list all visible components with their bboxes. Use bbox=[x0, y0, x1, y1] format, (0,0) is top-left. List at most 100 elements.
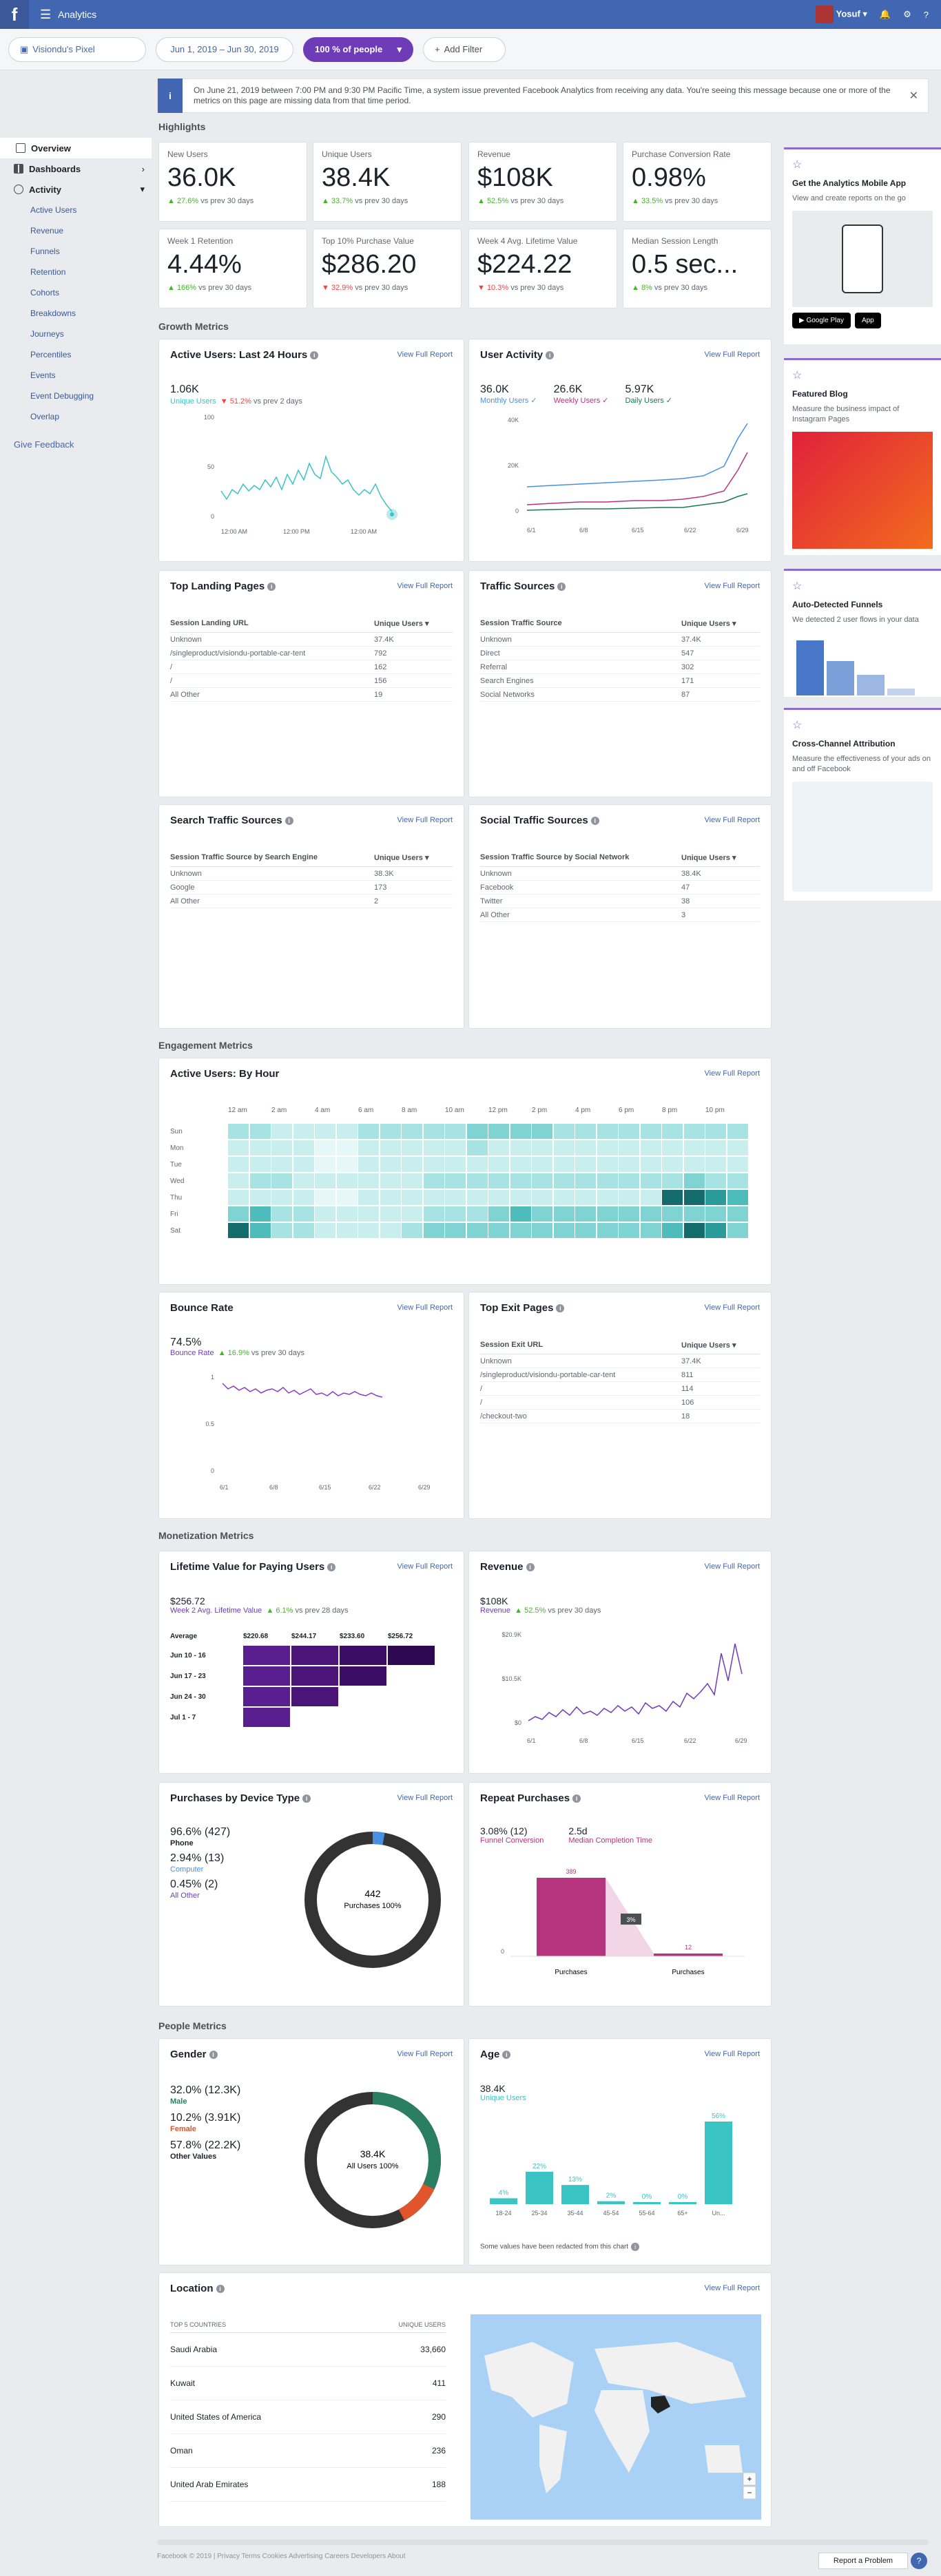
heatmap-cell[interactable] bbox=[510, 1157, 531, 1172]
heatmap-cell[interactable] bbox=[705, 1223, 726, 1238]
help-icon[interactable]: ? bbox=[924, 10, 929, 20]
heatmap-cell[interactable] bbox=[727, 1124, 748, 1139]
horizontal-scrollbar[interactable] bbox=[157, 2540, 929, 2545]
heatmap-cell[interactable] bbox=[293, 1140, 314, 1155]
report-problem-button[interactable]: Report a Problem bbox=[818, 2553, 908, 2569]
heatmap-cell[interactable] bbox=[727, 1140, 748, 1155]
cohort-cell[interactable] bbox=[340, 1666, 386, 1686]
heatmap-cell[interactable] bbox=[336, 1206, 358, 1222]
heatmap-cell[interactable] bbox=[683, 1124, 705, 1139]
blog-illustration[interactable] bbox=[792, 432, 933, 549]
heatmap-cell[interactable] bbox=[380, 1124, 401, 1139]
google-play-badge[interactable]: ▶ Google Play bbox=[792, 313, 851, 328]
info-icon[interactable]: i bbox=[557, 583, 566, 591]
heatmap-cell[interactable] bbox=[336, 1190, 358, 1205]
sort-column-header[interactable]: Unique Users ▾ bbox=[681, 619, 760, 628]
heatmap-cell[interactable] bbox=[423, 1140, 444, 1155]
view-full-report-link[interactable]: View Full Report bbox=[397, 1562, 453, 1571]
heatmap-cell[interactable] bbox=[402, 1140, 422, 1155]
heatmap-cell[interactable] bbox=[271, 1157, 292, 1172]
heatmap-cell[interactable] bbox=[228, 1157, 249, 1172]
heatmap-cell[interactable] bbox=[445, 1157, 466, 1172]
info-icon[interactable]: i bbox=[285, 817, 293, 826]
age-bar[interactable] bbox=[669, 2202, 696, 2204]
heatmap-cell[interactable] bbox=[249, 1157, 271, 1172]
view-full-report-link[interactable]: View Full Report bbox=[397, 582, 453, 590]
heatmap-cell[interactable] bbox=[293, 1157, 314, 1172]
star-icon[interactable]: ☆ bbox=[792, 718, 933, 732]
heatmap-cell[interactable] bbox=[249, 1140, 271, 1155]
info-icon[interactable]: i bbox=[267, 583, 276, 591]
heatmap-cell[interactable] bbox=[683, 1173, 705, 1188]
view-full-report-link[interactable]: View Full Report bbox=[705, 582, 761, 590]
heatmap-cell[interactable] bbox=[683, 1140, 705, 1155]
heatmap-cell[interactable] bbox=[662, 1173, 683, 1188]
heatmap-cell[interactable] bbox=[597, 1124, 618, 1139]
star-icon[interactable]: ☆ bbox=[792, 158, 933, 171]
heatmap-cell[interactable] bbox=[727, 1173, 748, 1188]
info-icon[interactable]: i bbox=[502, 2051, 511, 2060]
heatmap-cell[interactable] bbox=[402, 1190, 422, 1205]
heatmap-cell[interactable] bbox=[228, 1190, 249, 1205]
sidebar-item-event-debugging[interactable]: Event Debugging bbox=[0, 386, 152, 406]
heatmap-cell[interactable] bbox=[705, 1124, 726, 1139]
heatmap-cell[interactable] bbox=[228, 1206, 249, 1222]
heatmap-cell[interactable] bbox=[358, 1190, 379, 1205]
heatmap-cell[interactable] bbox=[293, 1190, 314, 1205]
info-icon[interactable]: i bbox=[556, 1304, 565, 1313]
heatmap-cell[interactable] bbox=[336, 1173, 358, 1188]
heatmap-cell[interactable] bbox=[532, 1190, 552, 1205]
heatmap-cell[interactable] bbox=[597, 1190, 618, 1205]
age-bar[interactable] bbox=[597, 2201, 625, 2204]
heatmap-cell[interactable] bbox=[532, 1157, 552, 1172]
heatmap-cell[interactable] bbox=[315, 1190, 335, 1205]
facebook-logo-icon[interactable]: f bbox=[0, 0, 29, 29]
heatmap-cell[interactable] bbox=[727, 1223, 748, 1238]
heatmap-cell[interactable] bbox=[271, 1124, 292, 1139]
heatmap-cell[interactable] bbox=[423, 1223, 444, 1238]
heatmap-cell[interactable] bbox=[510, 1190, 531, 1205]
heatmap-cell[interactable] bbox=[640, 1173, 661, 1188]
attribution-illustration[interactable] bbox=[792, 782, 933, 892]
heatmap-cell[interactable] bbox=[532, 1206, 552, 1222]
heatmap-cell[interactable] bbox=[575, 1140, 596, 1155]
heatmap-cell[interactable] bbox=[532, 1173, 552, 1188]
heatmap-cell[interactable] bbox=[597, 1140, 618, 1155]
heatmap-cell[interactable] bbox=[575, 1157, 596, 1172]
heatmap-cell[interactable] bbox=[597, 1173, 618, 1188]
sort-column-header[interactable]: Unique Users ▾ bbox=[681, 853, 760, 862]
heatmap-cell[interactable] bbox=[249, 1206, 271, 1222]
view-full-report-link[interactable]: View Full Report bbox=[705, 2050, 761, 2058]
heatmap-cell[interactable] bbox=[358, 1223, 379, 1238]
heatmap-cell[interactable] bbox=[705, 1140, 726, 1155]
heatmap-cell[interactable] bbox=[380, 1206, 401, 1222]
heatmap-cell[interactable] bbox=[445, 1223, 466, 1238]
heatmap-cell[interactable] bbox=[575, 1190, 596, 1205]
add-filter-button[interactable]: + Add Filter bbox=[423, 36, 506, 62]
heatmap-cell[interactable] bbox=[402, 1223, 422, 1238]
heatmap-cell[interactable] bbox=[619, 1223, 639, 1238]
gear-icon[interactable]: ⚙ bbox=[903, 9, 911, 20]
heatmap-cell[interactable] bbox=[402, 1124, 422, 1139]
info-icon[interactable]: i bbox=[302, 1794, 311, 1803]
heatmap-cell[interactable] bbox=[423, 1173, 444, 1188]
kpi-card[interactable]: Top 10% Purchase Value $286.20 ▼ 32.9% vs … bbox=[313, 229, 462, 308]
sidebar-item-overview[interactable]: Overview bbox=[0, 138, 152, 158]
heatmap-cell[interactable] bbox=[466, 1206, 488, 1222]
heatmap-cell[interactable] bbox=[466, 1173, 488, 1188]
heatmap-cell[interactable] bbox=[640, 1124, 661, 1139]
cohort-cell[interactable] bbox=[291, 1687, 338, 1706]
heatmap-cell[interactable] bbox=[402, 1206, 422, 1222]
heatmap-cell[interactable] bbox=[423, 1190, 444, 1205]
view-full-report-link[interactable]: View Full Report bbox=[705, 350, 761, 359]
cohort-cell[interactable] bbox=[340, 1646, 386, 1665]
heatmap-cell[interactable] bbox=[466, 1124, 488, 1139]
heatmap-cell[interactable] bbox=[640, 1206, 661, 1222]
heatmap-cell[interactable] bbox=[380, 1223, 401, 1238]
heatmap-cell[interactable] bbox=[315, 1140, 335, 1155]
heatmap-cell[interactable] bbox=[380, 1190, 401, 1205]
menu-icon[interactable]: ☰ bbox=[40, 8, 51, 22]
sidebar-item-cohorts[interactable]: Cohorts bbox=[0, 282, 152, 303]
heatmap-cell[interactable] bbox=[358, 1140, 379, 1155]
daily-users-label[interactable]: Daily Users ✓ bbox=[625, 396, 673, 405]
